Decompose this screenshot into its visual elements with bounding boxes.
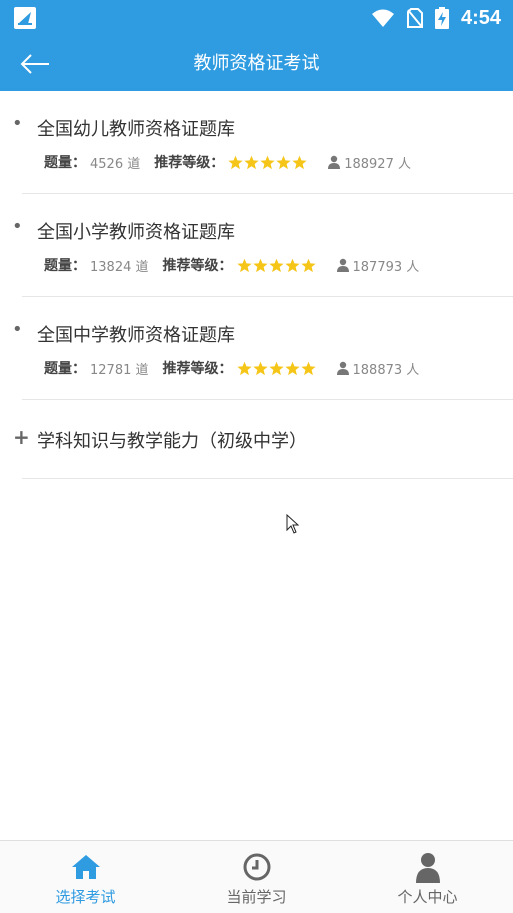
- user-count: 188927 人: [344, 156, 411, 172]
- divider: [22, 478, 513, 479]
- item-meta: 题量： 13824 道 推荐等级： 187793 人: [44, 255, 419, 275]
- rating-label: 推荐等级：: [162, 361, 233, 377]
- star-icon: [268, 361, 284, 375]
- list-item[interactable]: • 全国幼儿教师资格证题库 题量： 4526 道 推荐等级： 188927 人: [0, 91, 513, 194]
- tab-label: 选择考试: [55, 888, 116, 906]
- star-icon: [260, 155, 275, 169]
- star-icon: [252, 258, 268, 272]
- mouse-cursor-icon: [286, 514, 300, 534]
- star-icon: [284, 361, 300, 375]
- question-bank-list: • 全国幼儿教师资格证题库 题量： 4526 道 推荐等级： 188927 人 …: [0, 91, 513, 479]
- bottom-tab-bar: 选择考试 当前学习 个人中心: [0, 840, 513, 913]
- item-title: 学科知识与教学能力（初级中学）: [37, 431, 307, 452]
- star-icon: [300, 361, 316, 375]
- star-icon: [284, 258, 300, 272]
- question-count: 13824 道: [90, 259, 149, 275]
- tab-personal-center[interactable]: 个人中心: [342, 841, 513, 913]
- star-icon: [252, 361, 268, 375]
- home-icon: [71, 855, 100, 879]
- expand-plus-icon[interactable]: +: [13, 425, 30, 449]
- star-icon: [228, 155, 243, 169]
- star-icon: [276, 155, 291, 169]
- item-title: 全国幼儿教师资格证题库: [37, 119, 235, 140]
- user-count: 187793 人: [352, 259, 420, 275]
- wifi-icon: [371, 9, 394, 27]
- count-label: 题量：: [44, 155, 86, 171]
- item-title: 全国中学教师资格证题库: [37, 325, 235, 346]
- star-icon: [244, 155, 259, 169]
- expandable-item[interactable]: + 学科知识与教学能力（初级中学）: [0, 400, 513, 479]
- bullet-icon: •: [12, 113, 23, 134]
- item-title: 全国小学教师资格证题库: [37, 222, 235, 243]
- star-icon: [236, 258, 252, 272]
- item-meta: 题量： 4526 道 推荐等级： 188927 人: [44, 152, 411, 172]
- tab-choose-exam[interactable]: 选择考试: [0, 841, 171, 913]
- user-count-icon: [336, 361, 349, 375]
- bullet-icon: •: [12, 319, 23, 340]
- rating-label: 推荐等级：: [162, 258, 233, 274]
- star-icon: [300, 258, 316, 272]
- list-item[interactable]: • 全国小学教师资格证题库 题量： 13824 道 推荐等级： 187793 人: [0, 194, 513, 297]
- item-meta: 题量： 12781 道 推荐等级： 188873 人: [44, 358, 419, 378]
- question-count: 12781 道: [90, 362, 149, 378]
- star-icon: [292, 155, 307, 169]
- count-label: 题量：: [44, 361, 86, 377]
- status-bar: 4:54: [0, 0, 513, 36]
- question-count: 4526 道: [90, 156, 141, 172]
- app-bar: 教师资格证考试: [0, 36, 513, 91]
- user-count-icon: [328, 155, 341, 169]
- bullet-icon: •: [12, 216, 23, 237]
- clock-icon: [243, 853, 270, 881]
- clock-time: 4:54: [460, 6, 501, 29]
- rating-stars: [228, 155, 307, 170]
- tab-current-study[interactable]: 当前学习: [171, 841, 342, 913]
- star-icon: [236, 361, 252, 375]
- no-sim-icon: [406, 8, 423, 28]
- star-icon: [268, 258, 284, 272]
- person-icon: [415, 853, 440, 883]
- user-count-icon: [336, 258, 349, 272]
- battery-charging-icon: [434, 7, 449, 29]
- rating-label: 推荐等级：: [154, 155, 225, 171]
- rating-stars: [236, 258, 316, 273]
- tab-label: 个人中心: [397, 888, 458, 906]
- rating-stars: [236, 361, 316, 376]
- user-count: 188873 人: [352, 362, 420, 378]
- list-item[interactable]: • 全国中学教师资格证题库 题量： 12781 道 推荐等级： 188873 人: [0, 297, 513, 400]
- page-title: 教师资格证考试: [193, 53, 320, 74]
- tab-label: 当前学习: [226, 888, 287, 906]
- count-label: 题量：: [44, 258, 86, 274]
- app-notification-icon: [14, 7, 36, 29]
